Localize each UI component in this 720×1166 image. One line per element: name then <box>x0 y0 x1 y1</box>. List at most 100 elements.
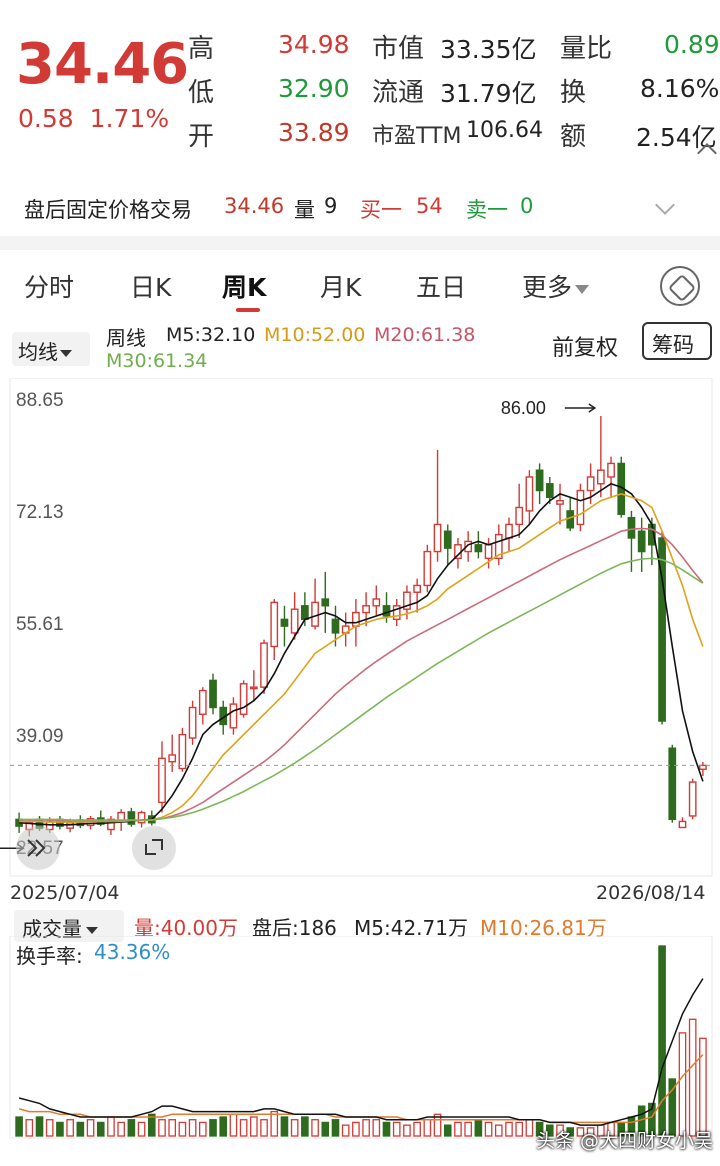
after-hours-price: 34.46 <box>224 194 285 218</box>
volume-bar <box>454 1121 462 1137</box>
volume-bar <box>443 1124 452 1137</box>
volratio-label: 量比 <box>560 34 613 64</box>
dropdown-icon <box>86 927 98 934</box>
candle-body <box>280 618 289 627</box>
volume-bar <box>515 1121 524 1137</box>
candle-body <box>270 601 279 648</box>
pe-value: 106.64 <box>466 118 543 143</box>
volume-bar <box>392 1121 401 1137</box>
candle-body <box>525 476 534 512</box>
volume-bar <box>382 1121 391 1137</box>
buy1-value: 54 <box>416 194 443 218</box>
ma-selector-label: 均线 <box>18 340 58 364</box>
volume-bar <box>474 1119 483 1137</box>
divider <box>0 236 720 250</box>
float-label: 流通 <box>372 78 425 108</box>
after-hours-bar[interactable]: 盘后固定价格交易 34.46 量 9 买一 54 卖一 0 <box>0 184 720 232</box>
volume-bar <box>219 1116 228 1137</box>
change-percent: 1.71% <box>89 104 170 133</box>
watermark: 头条 @大四财女小吴 <box>536 1130 714 1152</box>
volume-bar <box>66 1119 74 1137</box>
volume-bar <box>403 1124 411 1137</box>
volume-bar <box>362 1119 370 1137</box>
candle-body <box>484 544 493 560</box>
buy1-label: 买一 <box>360 198 402 222</box>
candle-body <box>545 483 554 499</box>
volume-bar <box>137 1121 146 1137</box>
settings-icon[interactable] <box>660 266 700 306</box>
volume-bar <box>127 1119 136 1137</box>
candle-body <box>566 510 575 529</box>
adjust-mode[interactable]: 前复权 <box>552 330 618 362</box>
sell1-label: 卖一 <box>466 198 508 222</box>
volume-bar <box>209 1119 217 1137</box>
candle-body <box>249 686 258 690</box>
volume-bar <box>413 1121 421 1137</box>
candle-body <box>586 476 595 492</box>
candle-body <box>607 462 615 478</box>
ma-period: 周线 <box>106 326 146 350</box>
mktcap-value: 33.35亿 <box>440 35 537 64</box>
y-tick-label: 39.09 <box>16 726 64 747</box>
chart-frame <box>9 378 713 877</box>
candle-body <box>209 679 217 709</box>
volume-bar <box>688 1018 697 1137</box>
volume-bar <box>280 1116 289 1137</box>
tab-daily-k[interactable]: 日K <box>130 268 171 304</box>
tab-five-day[interactable]: 五日 <box>416 268 466 304</box>
chart-end-date: 2026/08/14 <box>596 882 706 904</box>
volume-bar <box>301 1116 309 1137</box>
volume-bar <box>96 1121 105 1137</box>
dropdown-icon <box>575 284 590 294</box>
open-label: 开 <box>188 122 215 152</box>
volume-bar <box>260 1119 268 1137</box>
candle-body <box>627 516 636 539</box>
volume-ma10-line <box>18 1054 704 1124</box>
candle-body <box>178 733 187 770</box>
volume-bar <box>525 1119 534 1137</box>
low-value: 32.90 <box>278 74 350 103</box>
volume-bar <box>188 1119 197 1137</box>
y-tick-label: 88.65 <box>16 390 64 411</box>
tab-more[interactable]: 更多 <box>522 268 590 304</box>
volume-bar <box>505 1121 513 1137</box>
price-change: 0.58 1.71% <box>18 104 169 133</box>
ma10-value: M10:52.00 <box>264 324 366 346</box>
expand-icon[interactable] <box>655 195 675 215</box>
mktcap-label: 市值 <box>372 34 425 64</box>
candle-body <box>678 820 687 829</box>
tab-monthly-k[interactable]: 月K <box>320 268 361 304</box>
ma-selector[interactable]: 均线 <box>12 332 90 366</box>
candle-body <box>699 764 707 770</box>
volume-bar <box>321 1121 330 1137</box>
candle-body <box>474 544 483 553</box>
period-tabs: 分时 日K 周K 月K 五日 更多 <box>0 256 720 316</box>
ma-line-m10 <box>19 493 704 823</box>
volume-bar <box>117 1121 125 1137</box>
ma30-value: M30:61.34 <box>106 350 208 372</box>
candle-body <box>556 500 564 505</box>
volume-bar <box>56 1121 64 1137</box>
after-hours-vol-label: 量 <box>294 198 315 222</box>
volume-bar <box>270 1110 279 1137</box>
tab-intraday[interactable]: 分时 <box>24 268 74 304</box>
last-price: 34.46 <box>16 32 189 97</box>
volratio-value: 0.89 <box>664 30 720 59</box>
volume-bar <box>250 1116 258 1137</box>
turnover-label: 换 <box>560 78 587 108</box>
tab-weekly-k[interactable]: 周K <box>222 268 266 304</box>
pe-label: 市盈TTM <box>372 124 462 149</box>
fullscreen-button <box>132 826 176 870</box>
kline-chart[interactable]: 88.6572.1355.6139.0922.5786.0025.22 <box>0 378 720 878</box>
volume-bar <box>341 1124 350 1137</box>
ma-line-m5 <box>19 482 704 826</box>
volume-chart[interactable] <box>0 936 720 1148</box>
volume-bar <box>45 1119 54 1137</box>
high-value: 34.98 <box>278 30 350 59</box>
candle-body <box>239 683 248 715</box>
candle-body <box>198 689 207 715</box>
chips-button[interactable]: 筹码 <box>642 322 712 360</box>
candle-body <box>311 601 319 627</box>
volume-bar <box>678 1032 687 1137</box>
volume-bar <box>658 945 666 1137</box>
